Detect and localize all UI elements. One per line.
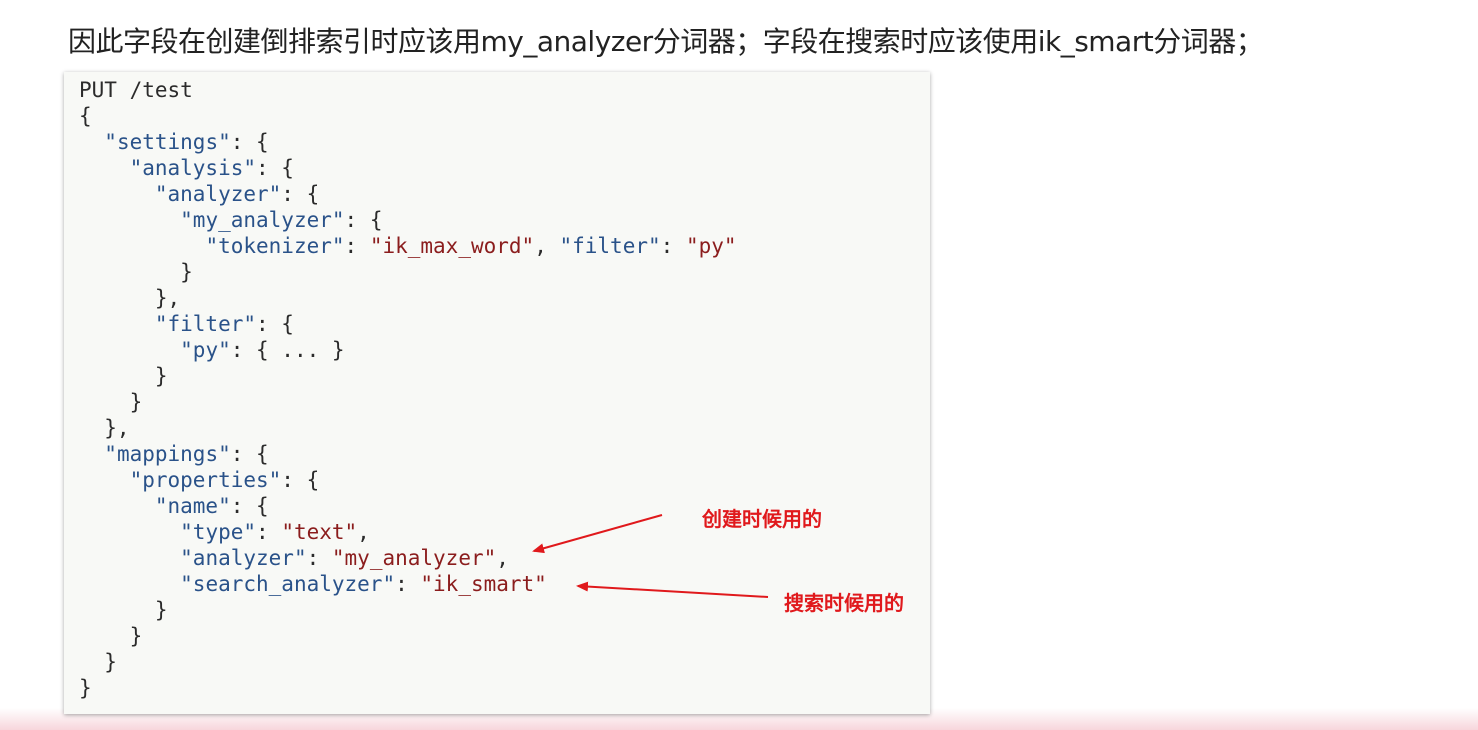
search-arrow <box>576 581 769 598</box>
create-arrow <box>532 514 663 554</box>
create-annotation: 创建时候用的 <box>702 507 822 531</box>
annotation-arrows <box>532 514 769 598</box>
search-annotation: 搜索时候用的 <box>784 591 904 615</box>
